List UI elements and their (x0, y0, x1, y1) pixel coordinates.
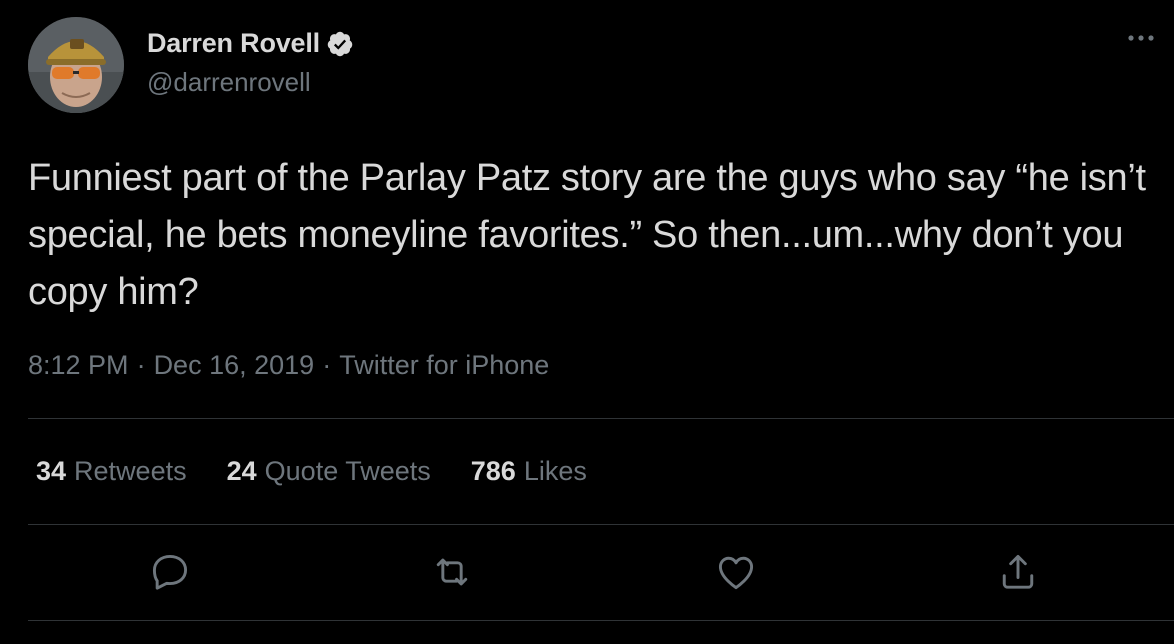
share-button[interactable] (994, 548, 1042, 596)
avatar-image (28, 17, 124, 113)
user-names: Darren Rovell @darrenrovell (147, 28, 354, 98)
likes-stat[interactable]: 786 Likes (471, 456, 587, 487)
avatar[interactable] (28, 17, 124, 113)
quotes-stat[interactable]: 24 Quote Tweets (227, 456, 431, 487)
meta-separator: · (136, 350, 146, 380)
retweet-button[interactable] (428, 548, 476, 596)
reply-button[interactable] (146, 548, 194, 596)
tweet-text: Funniest part of the Parlay Patz story a… (28, 157, 1146, 313)
quotes-count: 24 (226, 456, 257, 486)
meta-separator: · (322, 350, 332, 380)
divider-bottom (28, 620, 1174, 621)
like-button[interactable] (712, 548, 760, 596)
divider-top (28, 418, 1174, 419)
tweet-meta: 8:12 PM · Dec 16, 2019 · Twitter for iPhone (28, 350, 549, 381)
likes-label: Likes (523, 456, 587, 486)
verified-badge-icon (326, 30, 354, 58)
tweet-date[interactable]: Dec 16, 2019 (154, 350, 315, 380)
display-name[interactable]: Darren Rovell (147, 28, 320, 59)
share-icon (1002, 554, 1034, 589)
tweet-time[interactable]: 8:12 PM (28, 350, 129, 380)
tweet-actions (28, 548, 1174, 598)
heart-icon (718, 556, 754, 590)
tweet-card: Darren Rovell @darrenrovell Funniest par… (0, 0, 1174, 644)
retweets-stat[interactable]: 34 Retweets (36, 456, 187, 487)
more-options-icon[interactable] (1126, 28, 1156, 48)
divider-middle (28, 524, 1174, 525)
name-row: Darren Rovell (147, 28, 354, 59)
reply-icon (152, 554, 188, 590)
tweet-header: Darren Rovell @darrenrovell (28, 17, 354, 113)
tweet-source[interactable]: Twitter for iPhone (339, 350, 549, 380)
tweet-stats: 34 Retweets 24 Quote Tweets 786 Likes (36, 456, 627, 487)
retweet-icon (436, 558, 468, 586)
retweets-label: Retweets (74, 456, 187, 486)
retweets-count: 34 (36, 456, 67, 486)
user-handle[interactable]: @darrenrovell (147, 67, 354, 98)
quotes-label: Quote Tweets (264, 456, 431, 486)
likes-count: 786 (470, 456, 516, 486)
